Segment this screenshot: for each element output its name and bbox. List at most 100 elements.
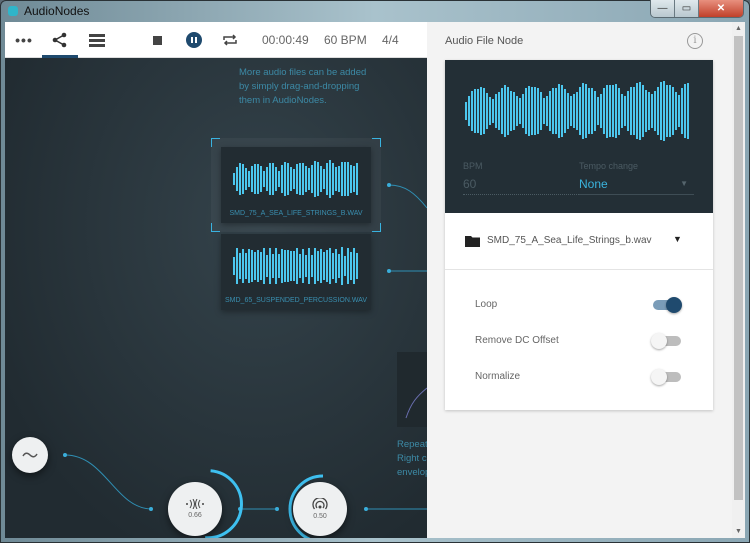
waveform-bar [507,86,509,136]
waveform-bar [260,166,262,192]
bpm-label: BPM [463,161,483,171]
list-icon [89,33,105,47]
waveform-preview: BPM 60 Tempo change None ▼ [445,60,713,213]
waveform-bar [489,96,491,126]
waveform-bar [576,91,578,131]
waveform-bar [564,89,566,133]
scroll-down-arrow[interactable]: ▼ [735,528,742,535]
waveform-bar [293,168,295,190]
hint-line: Right cli [397,453,427,464]
waveform-bar [311,254,313,278]
waveform-bar [537,87,539,135]
waveform-bar [296,247,298,285]
tempo-change-label: Tempo change [579,161,639,171]
waveform-bar [546,96,548,126]
list-view-tab[interactable] [87,22,107,58]
stereo-panner-node[interactable]: 0.66 [168,482,222,536]
waveform-bar [266,255,268,277]
waveform-bar [663,81,665,141]
waveform-bar [341,161,343,197]
close-button[interactable]: ✕ [699,0,743,17]
broadcast-node[interactable]: 0.50 [293,482,347,536]
stop-button[interactable] [149,22,165,58]
minimize-button[interactable]: — [651,0,675,17]
loop-label: Loop [475,299,498,310]
stop-icon [152,35,162,45]
properties-panel: Audio File Node i BPM 60 Tempo change No… [427,22,732,538]
waveform-bar [296,163,298,195]
info-icon[interactable]: i [687,33,703,49]
waveform-bar [344,255,346,277]
waveform-bar [281,164,283,194]
audio-file-card-percussion[interactable]: SMD_65_SUSPENDED_PERCUSSION.WAV [221,234,371,310]
bpm-input[interactable]: 60 [463,177,581,195]
tempo-bpm[interactable]: 60 BPM [324,33,367,47]
scrollbar-thumb[interactable] [734,36,743,500]
more-horizontal-icon[interactable]: ••• [13,22,35,58]
waveform-bar [687,83,689,139]
audio-file-card-strings[interactable]: SMD_75_A_SEA_LIFE_STRINGS_B.WAV [221,147,371,223]
waveform-bar [579,87,581,135]
waveform-bar [648,91,650,131]
waveform-bar [471,90,473,132]
stereo-panner-icon [186,499,204,509]
oscillator-node[interactable] [12,437,48,473]
waveform-bar [627,90,629,132]
card-label: SMD_65_SUSPENDED_PERCUSSION.WAV [225,297,367,304]
waveform-bar [591,88,593,134]
waveform-bar [516,95,518,127]
pause-button[interactable] [185,22,203,58]
waveform-bar [317,251,319,281]
maximize-button[interactable]: ▭ [675,0,699,17]
waveform-bar [585,83,587,139]
node-canvas[interactable]: More audio files can be added by simply … [5,58,427,538]
waveform-bar [257,249,259,283]
waveform-bar [651,94,653,128]
active-tab-indicator [42,55,78,58]
waveform-bar [290,167,292,191]
waveform-bar [681,88,683,134]
waveform-bar [287,250,289,282]
folder-icon [465,236,480,247]
waveform-bar [353,165,355,193]
waveform-bar [305,254,307,278]
tempo-change-select[interactable]: None ▼ [579,177,694,195]
waveform-bar [657,87,659,135]
waveform-bar [561,84,563,138]
file-name: SMD_75_A_Sea_Life_Strings_b.wav [487,235,652,246]
panel-scrollbar[interactable]: ▲ ▼ [732,22,745,538]
remove-dc-offset-toggle[interactable] [651,333,681,349]
hint-line: by simply drag-and-dropping [239,81,360,92]
waveform-bar [302,248,304,284]
waveform-bar [498,92,500,130]
waveform-bar [299,253,301,278]
waveform-bar [645,89,647,133]
normalize-toggle[interactable] [651,369,681,385]
waveform-bar [245,168,247,190]
waveform-bar [332,252,334,280]
app-client: More audio files can be added by simply … [5,22,745,538]
waveform-bar [528,85,530,137]
waveform-bar [492,98,494,124]
waveform-bar [338,253,340,279]
waveform-bar [582,83,584,139]
waveform-bar [335,166,337,192]
waveform-bar [242,248,244,284]
file-select[interactable]: SMD_75_A_Sea_Life_Strings_b.wav ▼ [445,213,713,270]
loop-toggle[interactable] [653,297,682,313]
waveform-bar [678,94,680,128]
waveform-bar [275,248,277,284]
waveform-bar [573,93,575,129]
share-graph-tab[interactable] [48,22,72,58]
waveform-bar [597,96,599,126]
loop-button[interactable] [221,22,239,58]
waveform-bar [624,96,626,126]
card-label: SMD_75_A_SEA_LIFE_STRINGS_B.WAV [229,210,363,217]
tempo-change-value: None [579,177,608,191]
waveform-bar [522,94,524,128]
waveform-bar [630,87,632,135]
oscillator-wave-icon [22,452,38,458]
time-signature[interactable]: 4/4 [382,33,399,47]
waveform-bar [263,170,265,188]
scroll-up-arrow[interactable]: ▲ [735,25,742,32]
